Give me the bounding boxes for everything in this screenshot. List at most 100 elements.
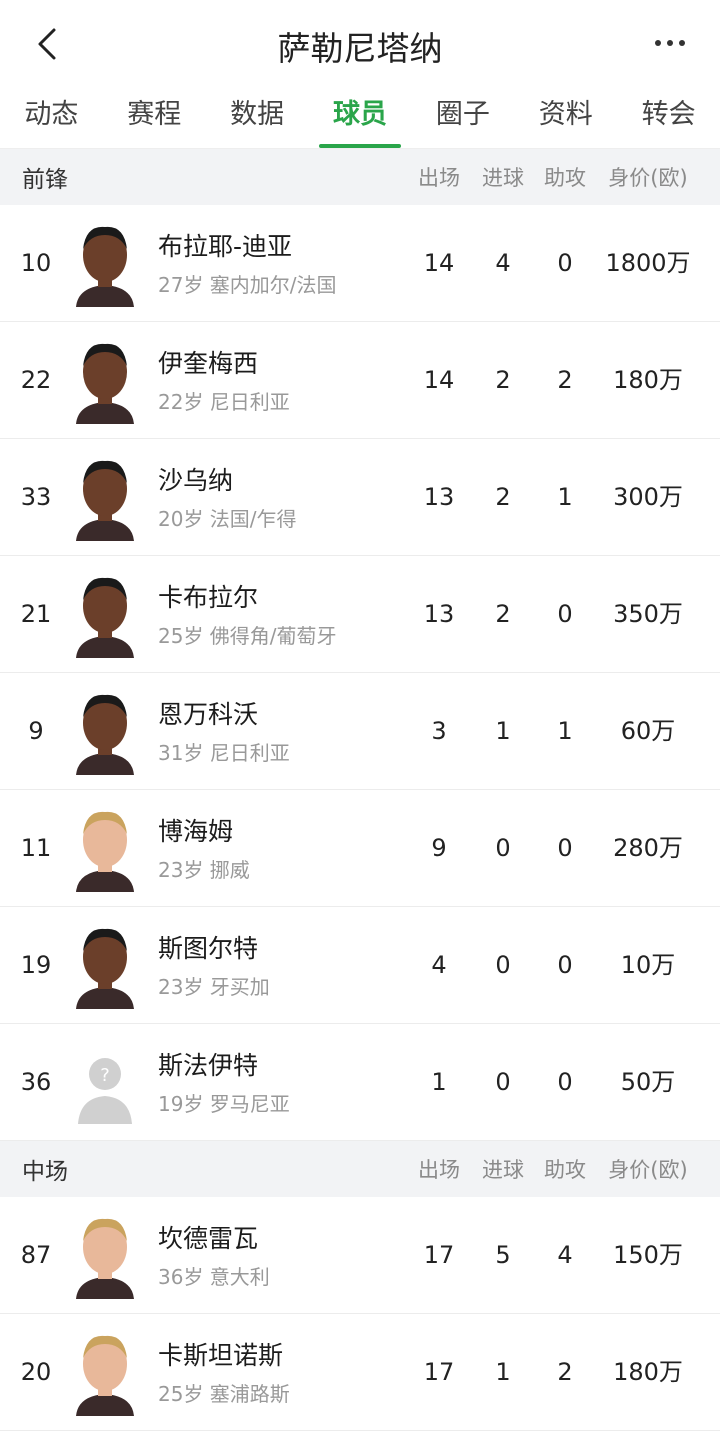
tab-info[interactable]: 资料: [514, 86, 617, 148]
player-row[interactable]: 87 坎德雷瓦 36岁 意大利 17 5 4 150万: [0, 1197, 720, 1314]
player-goals: 1: [495, 717, 511, 745]
player-value: 180万: [613, 1358, 683, 1386]
player-number: 20: [20, 1358, 52, 1386]
player-name: 恩万科沃: [158, 700, 259, 729]
player-avatar: [72, 570, 138, 658]
player-name: 坎德雷瓦: [158, 1224, 259, 1253]
player-value: 10万: [620, 951, 676, 979]
player-goals: 2: [495, 366, 511, 394]
player-avatar: [72, 921, 138, 1009]
player-apps: 13: [423, 483, 455, 511]
tab-community[interactable]: 圈子: [411, 86, 514, 148]
player-row[interactable]: 22 伊奎梅西 22岁 尼日利亚 14 2 2 180万: [0, 322, 720, 439]
player-apps: 1: [431, 1068, 447, 1096]
player-number: 33: [20, 483, 52, 511]
player-meta: 22岁 尼日利亚: [158, 390, 290, 414]
column-value[interactable]: 身价(欧): [596, 1154, 700, 1184]
player-apps: 14: [423, 366, 455, 394]
player-row[interactable]: 33 沙乌纳 20岁 法国/乍得 13 2 1 300万: [0, 439, 720, 556]
player-avatar: [72, 453, 138, 541]
player-row[interactable]: 11 博海姆 23岁 挪威 9 0 0 280万: [0, 790, 720, 907]
player-row[interactable]: 10 布拉耶-迪亚 27岁 塞内加尔/法国 14 4 0 1800万: [0, 205, 720, 322]
player-meta: 20岁 法国/乍得: [158, 507, 297, 531]
section-header: 中场 出场 进球 助攻 身价(欧): [0, 1141, 720, 1197]
player-assists: 0: [557, 249, 573, 277]
player-meta: 19岁 罗马尼亚: [158, 1092, 290, 1116]
player-list: 前锋 出场 进球 助攻 身价(欧) 10 布拉耶-迪亚 27岁 塞内加尔/法国 14 4 0 1800…: [0, 149, 720, 1431]
player-name: 卡布拉尔: [158, 583, 259, 612]
column-assists[interactable]: 助攻: [534, 162, 596, 192]
player-avatar: [72, 336, 138, 424]
player-avatar: [72, 687, 138, 775]
player-avatar: ?: [72, 1038, 138, 1126]
top-bar: 萨勒尼塔纳: [0, 0, 720, 86]
player-value: 60万: [620, 717, 676, 745]
player-avatar: [72, 1211, 138, 1299]
player-apps: 17: [423, 1241, 455, 1269]
player-assists: 2: [557, 366, 573, 394]
player-goals: 0: [495, 834, 511, 862]
column-goals[interactable]: 进球: [472, 1154, 534, 1184]
player-assists: 1: [557, 717, 573, 745]
player-number: 36: [20, 1068, 52, 1096]
section-header: 前锋 出场 进球 助攻 身价(欧): [0, 149, 720, 205]
player-meta: 23岁 牙买加: [158, 975, 270, 999]
player-meta: 25岁 佛得角/葡萄牙: [158, 624, 337, 648]
player-name: 布拉耶-迪亚: [158, 232, 293, 261]
player-value: 350万: [613, 600, 683, 628]
player-goals: 4: [495, 249, 511, 277]
player-name: 博海姆: [158, 817, 234, 846]
player-apps: 3: [431, 717, 447, 745]
player-goals: 2: [495, 600, 511, 628]
tab-transfers[interactable]: 转会: [617, 86, 720, 148]
player-meta: 25岁 塞浦路斯: [158, 1382, 290, 1406]
player-value: 280万: [613, 834, 683, 862]
player-goals: 1: [495, 1358, 511, 1386]
column-apps[interactable]: 出场: [410, 1154, 468, 1184]
player-number: 10: [20, 249, 52, 277]
player-meta: 36岁 意大利: [158, 1265, 270, 1289]
tab-news[interactable]: 动态: [0, 86, 103, 148]
player-value: 150万: [613, 1241, 683, 1269]
player-name: 卡斯坦诺斯: [158, 1341, 284, 1370]
player-row[interactable]: 19 斯图尔特 23岁 牙买加 4 0 0 10万: [0, 907, 720, 1024]
player-assists: 0: [557, 834, 573, 862]
player-assists: 1: [557, 483, 573, 511]
player-name: 伊奎梅西: [158, 349, 259, 378]
player-row[interactable]: 9 恩万科沃 31岁 尼日利亚 3 1 1 60万: [0, 673, 720, 790]
player-number: 11: [20, 834, 52, 862]
player-meta: 27岁 塞内加尔/法国: [158, 273, 337, 297]
player-number: 87: [20, 1241, 52, 1269]
page-title: 萨勒尼塔纳: [277, 29, 443, 68]
column-apps[interactable]: 出场: [410, 162, 468, 192]
svg-text:?: ?: [100, 1065, 110, 1086]
player-goals: 2: [495, 483, 511, 511]
tab-stats[interactable]: 数据: [206, 86, 309, 148]
section-title: 前锋: [22, 167, 68, 193]
player-name: 斯法伊特: [158, 1051, 259, 1080]
tab-players[interactable]: 球员: [309, 86, 412, 148]
player-apps: 13: [423, 600, 455, 628]
player-meta: 23岁 挪威: [158, 858, 250, 882]
column-value[interactable]: 身价(欧): [596, 162, 700, 192]
tab-schedule[interactable]: 赛程: [103, 86, 206, 148]
player-assists: 4: [557, 1241, 573, 1269]
player-name: 斯图尔特: [158, 934, 259, 963]
player-goals: 0: [495, 951, 511, 979]
player-number: 9: [28, 717, 44, 745]
player-assists: 0: [557, 1068, 573, 1096]
player-number: 21: [20, 600, 52, 628]
player-row[interactable]: 21 卡布拉尔 25岁 佛得角/葡萄牙 13 2 0 350万: [0, 556, 720, 673]
player-row[interactable]: 36? 斯法伊特 19岁 罗马尼亚 1 0 0 50万: [0, 1024, 720, 1141]
column-goals[interactable]: 进球: [472, 162, 534, 192]
player-avatar: [72, 1328, 138, 1416]
player-goals: 0: [495, 1068, 511, 1096]
more-icon[interactable]: [650, 28, 690, 58]
player-assists: 0: [557, 951, 573, 979]
player-value: 50万: [620, 1068, 676, 1096]
player-value: 1800万: [605, 249, 691, 277]
player-goals: 5: [495, 1241, 511, 1269]
tab-bar: 动态 赛程 数据 球员 圈子 资料 转会: [0, 86, 720, 149]
column-assists[interactable]: 助攻: [534, 1154, 596, 1184]
player-row[interactable]: 20 卡斯坦诺斯 25岁 塞浦路斯 17 1 2 180万: [0, 1314, 720, 1431]
